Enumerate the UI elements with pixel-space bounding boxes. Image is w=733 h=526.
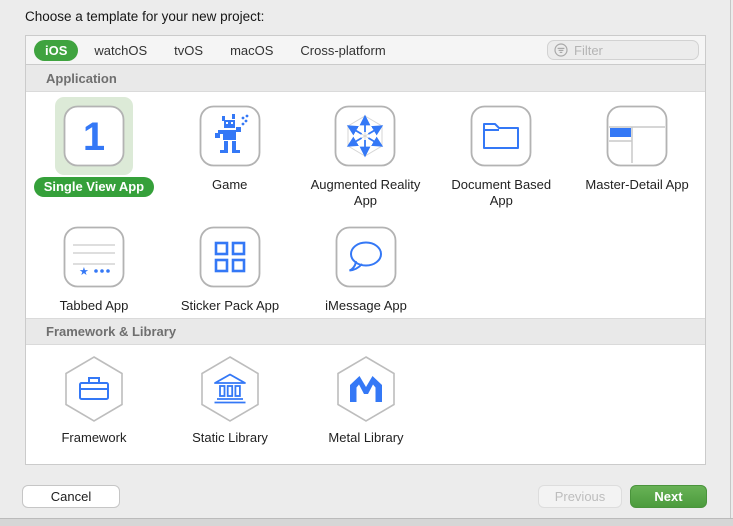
metal-library-icon (327, 350, 405, 428)
master-detail-icon (598, 97, 676, 175)
page-title: Choose a template for your new project: (25, 9, 265, 24)
window-edge-right (730, 0, 731, 519)
sticker-pack-icon (191, 218, 269, 296)
template-label: Static Library (192, 430, 268, 445)
template-label: Sticker Pack App (180, 298, 280, 313)
framework-library-row: Framework Static Library Metal Library (26, 345, 705, 446)
template-label: Master-Detail App (585, 177, 689, 192)
template-label: Document Based App (451, 177, 552, 209)
template-label: Metal Library (328, 430, 404, 445)
template-label: Tabbed App (59, 298, 129, 313)
template-tabbed-app[interactable]: ★ Tabbed App (26, 218, 162, 318)
augmented-reality-icon (326, 97, 404, 175)
application-row-2: ★ Tabbed App Sticker Pack App iMessage A… (26, 213, 705, 318)
template-label: Framework (61, 430, 127, 445)
template-document-based-app[interactable]: Document Based App (433, 97, 569, 213)
game-icon (191, 97, 269, 175)
template-static-library[interactable]: Static Library (162, 350, 298, 446)
application-row-1: 1 Single View App Game Augmented Reality… (26, 92, 705, 213)
template-metal-library[interactable]: Metal Library (298, 350, 434, 446)
tab-tvos[interactable]: tvOS (163, 40, 214, 61)
template-game[interactable]: Game (162, 97, 298, 213)
static-library-icon (191, 350, 269, 428)
template-label: iMessage App (325, 298, 407, 313)
svg-text:★: ★ (79, 265, 89, 278)
template-label: Single View App (33, 177, 155, 198)
platform-tabbar: iOS watchOS tvOS macOS Cross-platform (25, 35, 706, 65)
filter-icon (554, 43, 568, 57)
template-imessage-app[interactable]: iMessage App (298, 218, 434, 318)
filter-input[interactable] (572, 41, 692, 59)
imessage-app-icon (327, 218, 405, 296)
template-single-view-app[interactable]: 1 Single View App (26, 97, 162, 213)
filter-field[interactable] (547, 40, 699, 60)
single-view-app-icon: 1 (54, 97, 133, 175)
template-chooser: Application 1 Single View App Game Augme… (25, 64, 706, 465)
svg-text:1: 1 (83, 115, 105, 159)
tab-cross-platform[interactable]: Cross-platform (289, 40, 396, 61)
tab-watchos[interactable]: watchOS (83, 40, 158, 61)
cancel-button[interactable]: Cancel (22, 485, 120, 508)
next-button[interactable]: Next (630, 485, 707, 508)
template-label: Game (211, 177, 248, 192)
template-framework[interactable]: Framework (26, 350, 162, 446)
template-label: Augmented Reality App (310, 177, 421, 209)
previous-button[interactable]: Previous (538, 485, 622, 508)
section-header-application: Application (26, 65, 705, 92)
template-sticker-pack-app[interactable]: Sticker Pack App (162, 218, 298, 318)
section-header-framework-library: Framework & Library (26, 318, 705, 345)
document-based-icon (462, 97, 540, 175)
tab-ios[interactable]: iOS (34, 39, 79, 61)
framework-icon (55, 350, 133, 428)
template-augmented-reality-app[interactable]: Augmented Reality App (298, 97, 434, 213)
template-master-detail-app[interactable]: Master-Detail App (569, 97, 705, 213)
tab-macos[interactable]: macOS (219, 40, 284, 61)
tabbed-app-icon: ★ (55, 218, 133, 296)
window-edge-bottom (0, 518, 733, 526)
